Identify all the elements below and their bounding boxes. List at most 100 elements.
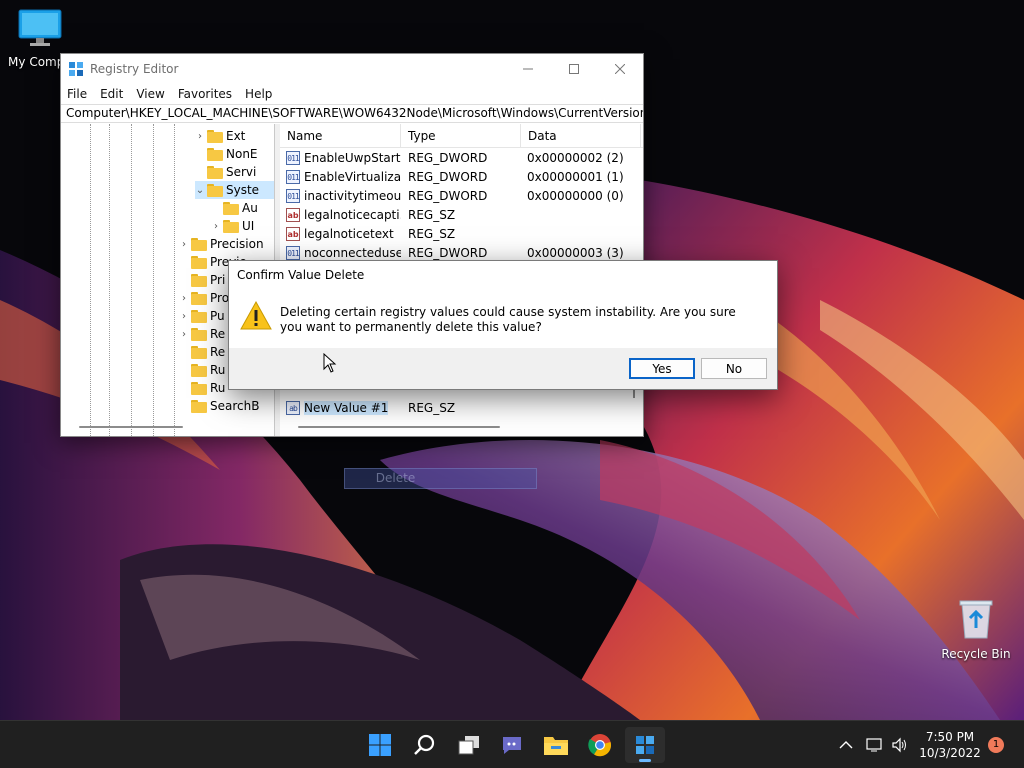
tree-item-nonb[interactable]: NonE (195, 145, 258, 163)
folder-icon (223, 201, 239, 215)
value-data: 0x00000002 (2) (527, 150, 624, 165)
tree-item-label: Ru (210, 363, 226, 377)
chevron-right-icon[interactable]: › (179, 329, 189, 340)
value-type: REG_DWORD (408, 188, 488, 203)
file-explorer-button[interactable] (536, 727, 576, 763)
menu-edit[interactable]: Edit (96, 87, 127, 101)
value-name: EnableVirtualizat... (304, 169, 401, 184)
folder-icon (191, 399, 207, 413)
chevron-right-icon[interactable]: › (179, 239, 189, 250)
address-bar[interactable]: Computer\HKEY_LOCAL_MACHINE\SOFTWARE\WOW… (61, 104, 643, 123)
monitor-icon (18, 9, 62, 46)
chevron-right-icon[interactable]: › (179, 311, 189, 322)
tree-guide (109, 124, 110, 436)
context-menu-fading: Delete (344, 468, 537, 489)
tree-item-au[interactable]: Au (211, 199, 258, 217)
folder-icon (191, 381, 207, 395)
tree-item-servi[interactable]: Servi (195, 163, 256, 181)
tree-item-label: Au (242, 201, 258, 215)
task-view-icon (458, 736, 479, 755)
show-hidden-icons-button[interactable] (838, 721, 854, 768)
chevron-down-icon[interactable]: ⌄ (195, 185, 205, 196)
folder-icon (191, 327, 207, 341)
chevron-up-icon (839, 741, 853, 749)
tree-item-ui[interactable]: › UI (211, 217, 254, 235)
column-header-type[interactable]: Type (401, 124, 521, 148)
list-horizontal-scrollbar[interactable] (298, 426, 500, 428)
registry-editor-taskbar-button[interactable] (625, 727, 665, 763)
desktop-icon-label: Recycle Bin (941, 647, 1011, 661)
tree-guide (131, 124, 132, 436)
tree-horizontal-scrollbar[interactable] (79, 426, 183, 428)
dword-value-icon: 011 (286, 169, 300, 184)
system-clock[interactable]: 7:50 PM 10/3/2022 (910, 729, 990, 761)
menu-file[interactable]: File (63, 87, 91, 101)
column-header-name[interactable]: Name (280, 124, 401, 148)
value-row[interactable]: 011 EnableVirtualizat... REG_DWORD 0x0000… (280, 167, 643, 186)
tree-item-label: Ru (210, 381, 226, 395)
chat-icon (503, 737, 521, 754)
value-type: REG_DWORD (408, 169, 488, 184)
desktop-icon-recycle-bin[interactable]: Recycle Bin (938, 596, 1014, 661)
value-name: New Value #1 (304, 400, 389, 415)
minimize-button[interactable] (505, 54, 551, 83)
value-name: legalnoticetext (304, 226, 394, 241)
folder-icon (207, 147, 223, 161)
chrome-icon (588, 734, 612, 757)
folder-icon (191, 291, 207, 305)
string-value-icon: ab (286, 226, 300, 241)
tree-item-precision[interactable]: › Precision (179, 235, 264, 253)
recycle-bin-icon (959, 600, 993, 639)
search-icon (414, 734, 435, 755)
tree-item-ru-2[interactable]: Ru (179, 379, 225, 397)
chevron-right-icon[interactable]: › (211, 221, 221, 232)
value-row[interactable]: ab legalnoticecapti... REG_SZ (280, 205, 643, 224)
folder-icon (207, 183, 223, 197)
maximize-icon (569, 63, 579, 74)
notification-badge[interactable]: 1 (988, 737, 1004, 753)
value-row[interactable]: 011 EnableUwpStart... REG_DWORD 0x0000000… (280, 148, 643, 167)
value-row[interactable]: 011 inactivitytimeou... REG_DWORD 0x00000… (280, 186, 643, 205)
yes-button[interactable]: Yes (629, 358, 695, 379)
tree-item-pu[interactable]: › Pu (179, 307, 225, 325)
value-row[interactable]: ab legalnoticetext REG_SZ (280, 224, 643, 243)
dword-value-icon: 011 (286, 188, 300, 203)
tree-guide (174, 124, 175, 436)
task-view-button[interactable] (449, 727, 489, 763)
chevron-right-icon[interactable]: › (195, 131, 205, 142)
no-button[interactable]: No (701, 358, 767, 379)
menu-help[interactable]: Help (241, 87, 276, 101)
tree-item-label: Pu (210, 309, 225, 323)
confirm-value-delete-dialog[interactable]: Confirm Value Delete Deleting certain re… (228, 260, 778, 390)
chrome-button[interactable] (580, 727, 620, 763)
volume-tray-icon[interactable] (891, 721, 909, 768)
tree-guide (153, 124, 154, 436)
tree-item-ru[interactable]: Ru (179, 361, 225, 379)
column-header-data[interactable]: Data (521, 124, 641, 148)
start-button[interactable] (360, 727, 400, 763)
tree-item-ext[interactable]: › Ext (195, 127, 245, 145)
maximize-button[interactable] (551, 54, 597, 83)
warning-icon (240, 301, 272, 330)
chat-button[interactable] (492, 727, 532, 763)
network-tray-icon[interactable] (866, 721, 884, 768)
menu-favorites[interactable]: Favorites (174, 87, 236, 101)
network-icon (866, 738, 882, 752)
title-bar[interactable]: Registry Editor (61, 54, 643, 83)
tree-item-system[interactable]: ⌄ Syste (195, 181, 274, 199)
tree-item-searchb[interactable]: SearchB (179, 397, 259, 415)
tree-item-pro[interactable]: › Pro (179, 289, 229, 307)
dialog-message: Deleting certain registry values could c… (280, 305, 736, 334)
value-name: EnableUwpStart... (304, 150, 401, 165)
tree-item-re[interactable]: › Re (179, 325, 225, 343)
value-type: REG_SZ (408, 226, 456, 241)
tree-item-pri[interactable]: Pri (179, 271, 225, 289)
close-button[interactable] (597, 54, 643, 83)
chevron-right-icon[interactable]: › (179, 293, 189, 304)
value-row-new-value[interactable]: ab New Value #1 REG_SZ (280, 398, 641, 417)
tree-item-re-2[interactable]: Re (179, 343, 225, 361)
tree-item-label: Pro (210, 291, 230, 305)
menu-view[interactable]: View (132, 87, 168, 101)
search-button[interactable] (405, 727, 445, 763)
dialog-footer: Yes No (229, 348, 777, 389)
